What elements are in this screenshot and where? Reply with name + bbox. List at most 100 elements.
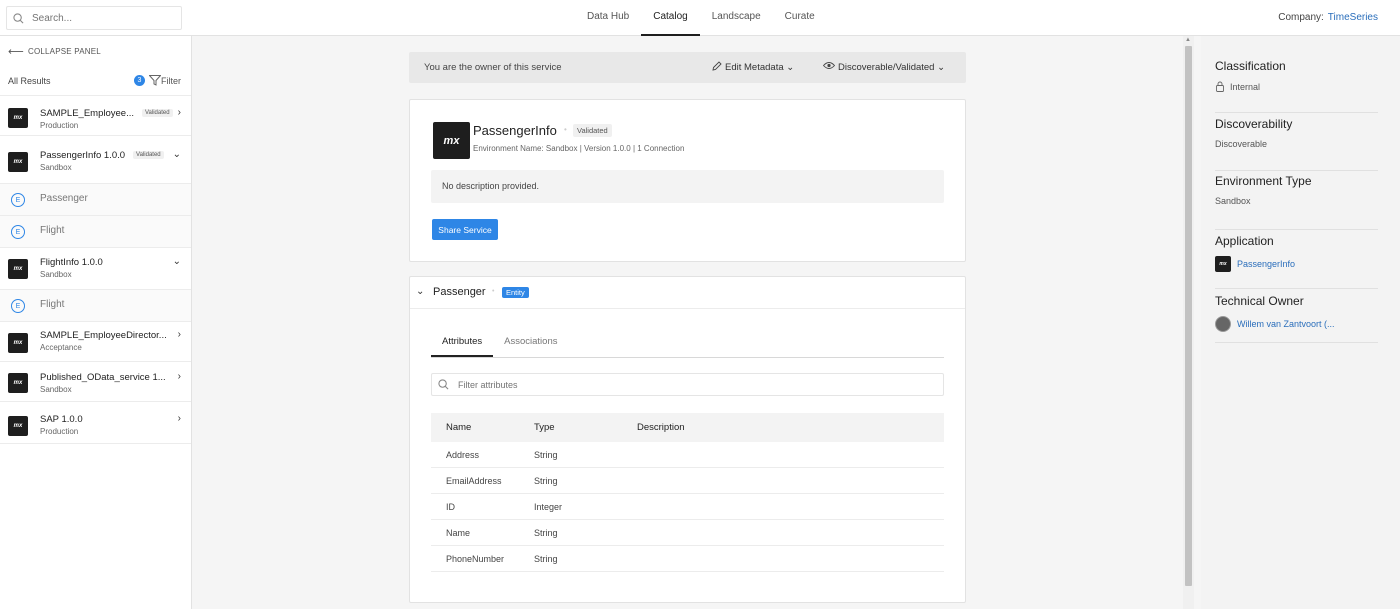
tab-attributes[interactable]: Attributes [431, 327, 494, 357]
column-type: Type [534, 422, 555, 433]
edit-metadata-label: Edit Metadata [725, 62, 784, 73]
cell-type: Integer [534, 501, 563, 512]
result-item-env: Acceptance [40, 343, 82, 352]
nav-landscape[interactable]: Landscape [700, 0, 773, 36]
table-row: Address String [431, 442, 944, 468]
result-item-sap[interactable]: mx SAP 1.0.0 Production › [0, 402, 191, 444]
result-item-sample-employee[interactable]: mx SAMPLE_Employee... Validated Productio… [0, 98, 191, 136]
cell-type: String [534, 527, 558, 538]
result-item-env: Production [40, 427, 79, 436]
service-details: You are the owner of this service Edit M… [192, 36, 1183, 609]
filter-attributes-box[interactable] [431, 373, 944, 396]
results-count-badge: 3 [134, 75, 145, 86]
company-value[interactable]: TimeSeries [1328, 12, 1378, 23]
chevron-down-icon: ⌄ [783, 62, 795, 73]
discoverability-heading: Discoverability [1215, 117, 1293, 131]
results-header: All Results 3 Filter [0, 66, 191, 96]
technical-owner-heading: Technical Owner [1215, 294, 1304, 308]
mendix-logo-icon: mx [8, 108, 28, 128]
metadata-panel: Classification Internal Discoverability … [1201, 36, 1400, 609]
entity-icon: E [11, 225, 25, 239]
company-label: Company: [1278, 12, 1324, 23]
result-item-name: SAMPLE_Employee... Validated [40, 108, 173, 119]
cell-type: String [534, 475, 558, 486]
chevron-right-icon[interactable]: › [178, 329, 181, 340]
tab-associations[interactable]: Associations [493, 327, 568, 357]
cell-name: Name [446, 527, 471, 538]
table-row: PhoneNumber String [431, 546, 944, 572]
application-link[interactable]: PassengerInfo [1237, 259, 1295, 269]
column-name: Name [446, 422, 472, 433]
validated-badge: Validated [133, 151, 164, 160]
environment-heading: Environment Type [1215, 174, 1312, 188]
table-row: ID Integer [431, 494, 944, 520]
cell-type: String [534, 553, 558, 564]
mendix-logo-icon: mx [1215, 256, 1231, 272]
service-meta: Environment Name: Sandbox | Version 1.0.… [473, 144, 685, 153]
entity-label: Passenger [40, 193, 88, 204]
result-item-env: Sandbox [40, 385, 72, 394]
filter-attributes-input[interactable] [458, 379, 758, 390]
discoverable-dropdown[interactable]: Discoverable/Validated ⌄ [822, 61, 945, 73]
nav-data-hub[interactable]: Data Hub [575, 0, 641, 36]
result-item-name: FlightInfo 1.0.0 [40, 257, 103, 268]
company-selector[interactable]: Company: TimeSeries [1278, 0, 1378, 36]
eye-icon [822, 62, 836, 69]
technical-owner-value[interactable]: Willem van Zantvoort (... [1215, 316, 1378, 332]
technical-owner-link[interactable]: Willem van Zantvoort (... [1237, 319, 1335, 329]
collapse-panel-button[interactable]: ⟵ COLLAPSE PANEL [0, 36, 191, 66]
result-item-name: PassengerInfo 1.0.0 Validated [40, 150, 164, 161]
search-icon [13, 12, 24, 23]
classification-value: Internal [1215, 81, 1378, 92]
table-row: Name String [431, 520, 944, 546]
nav-curate[interactable]: Curate [773, 0, 827, 36]
filter-button[interactable]: Filter [149, 75, 181, 86]
top-bar: Data Hub Catalog Landscape Curate Compan… [0, 0, 1400, 36]
discoverability-value: Discoverable [1215, 139, 1268, 149]
chevron-right-icon[interactable]: › [178, 107, 181, 118]
result-item-sample-employee-director[interactable]: mx SAMPLE_EmployeeDirector... Acceptance… [0, 322, 191, 362]
cell-name: Address [446, 449, 480, 460]
result-item-name: SAP 1.0.0 [40, 414, 83, 425]
classification-section: Classification Internal [1215, 59, 1378, 113]
result-item-passengerinfo[interactable]: mx PassengerInfo 1.0.0 Validated Sandbox … [0, 136, 191, 184]
separator-dot: • [564, 125, 567, 134]
share-service-button[interactable]: Share Service [432, 219, 498, 240]
discoverable-label: Discoverable/Validated [838, 62, 935, 73]
entity-icon: E [11, 193, 25, 207]
chevron-right-icon[interactable]: › [178, 413, 181, 424]
nav-catalog[interactable]: Catalog [641, 0, 700, 36]
entity-card: ⌄ Passenger • Entity Attributes Associat… [409, 276, 966, 603]
edit-metadata-button[interactable]: Edit Metadata ⌄ [712, 61, 794, 73]
chevron-down-icon[interactable]: ⌄ [173, 149, 181, 160]
entity-badge: Entity [502, 287, 529, 298]
chevron-down-icon[interactable]: ⌄ [416, 286, 424, 297]
result-item-env: Production [40, 121, 79, 130]
scroll-up-icon[interactable]: ▲ [1185, 37, 1191, 43]
entity-tabs: Attributes Associations [431, 327, 944, 358]
result-item-name: SAMPLE_EmployeeDirector... [40, 330, 167, 341]
search-icon [438, 379, 449, 390]
cell-name: ID [446, 501, 455, 512]
center-scrollbar[interactable]: ▲ [1183, 36, 1194, 609]
application-heading: Application [1215, 234, 1274, 248]
chevron-down-icon[interactable]: ⌄ [173, 256, 181, 267]
mendix-logo-icon: mx [8, 416, 28, 436]
application-value[interactable]: mx PassengerInfo [1215, 256, 1378, 272]
entity-item-passenger[interactable]: E Passenger [0, 184, 191, 216]
entity-item-flight[interactable]: E Flight [0, 216, 191, 248]
search-box[interactable] [6, 6, 182, 30]
entity-item-flight-2[interactable]: E Flight [0, 290, 191, 322]
entity-header[interactable]: ⌄ Passenger • Entity [410, 277, 965, 309]
result-item-flightinfo[interactable]: mx FlightInfo 1.0.0 Sandbox ⌄ [0, 248, 191, 290]
classification-heading: Classification [1215, 59, 1286, 73]
chevron-right-icon[interactable]: › [178, 371, 181, 382]
environment-value: Sandbox [1215, 196, 1251, 206]
application-section: Application mx PassengerInfo [1215, 234, 1378, 289]
result-item-published-odata[interactable]: mx Published_OData_service 1... Sandbox … [0, 362, 191, 402]
service-name: PassengerInfo [473, 123, 557, 138]
scroll-thumb[interactable] [1185, 46, 1192, 586]
cell-type: String [534, 449, 558, 460]
search-input[interactable] [32, 12, 162, 24]
entity-name: Passenger [433, 286, 486, 298]
